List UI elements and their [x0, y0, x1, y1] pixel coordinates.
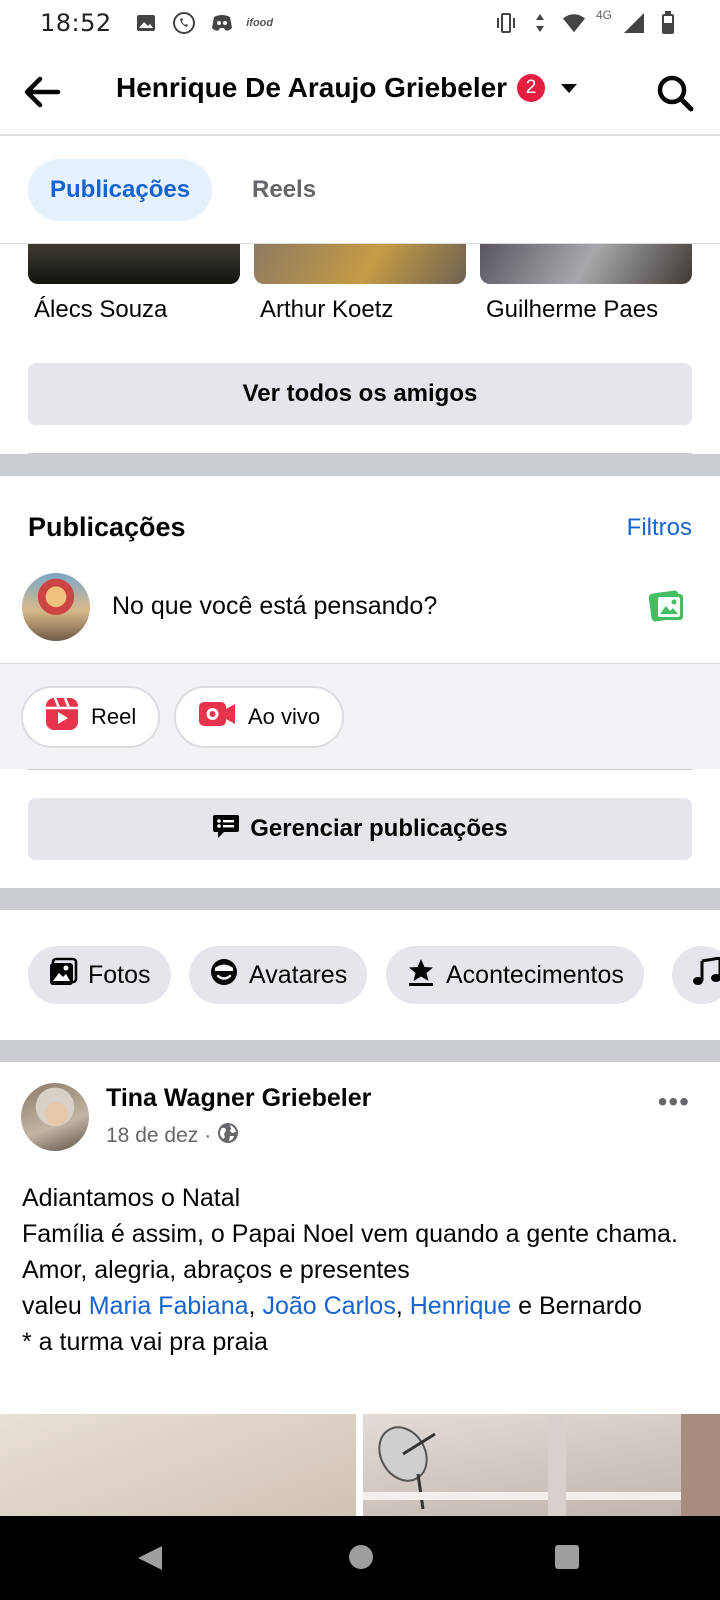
- mention-link[interactable]: Henrique: [410, 1292, 511, 1320]
- post-text: Adiantamos o Natal Família é assim, o Pa…: [22, 1180, 702, 1360]
- post-line: Família é assim, o Papai Noel vem quando…: [22, 1220, 678, 1248]
- network-type: 4G: [595, 8, 612, 22]
- whatsapp-icon: [172, 11, 196, 35]
- reel-button[interactable]: Reel: [21, 686, 161, 748]
- composer-actions: Reel Ao vivo: [0, 663, 720, 769]
- manage-posts-button[interactable]: Gerenciar publicações: [28, 798, 692, 860]
- divider: [28, 769, 692, 770]
- caret-down-icon: [561, 83, 578, 93]
- profile-tabs: Publicações Reels: [0, 136, 720, 244]
- signal-icon: [622, 11, 646, 35]
- section-separator: [0, 888, 720, 910]
- image-icon: [134, 11, 158, 35]
- reel-icon: [45, 697, 79, 737]
- post-photo[interactable]: [363, 1414, 720, 1516]
- post-meta: 18 de dez ·: [106, 1122, 239, 1150]
- filters-link[interactable]: Filtros: [627, 514, 692, 542]
- composer-input[interactable]: No que você está pensando?: [112, 592, 437, 621]
- battery-icon: [656, 11, 680, 35]
- mention-link[interactable]: João Carlos: [262, 1292, 395, 1320]
- mention-prefix: valeu: [22, 1292, 82, 1320]
- post-line: Adiantamos o Natal: [22, 1184, 241, 1212]
- view-all-friends-button[interactable]: Ver todos os amigos: [28, 363, 692, 425]
- nav-recents-icon[interactable]: [554, 1544, 580, 1575]
- more-options-icon[interactable]: •••: [658, 1086, 690, 1118]
- page-title: Henrique De Araujo Griebeler: [116, 72, 508, 103]
- reel-label: Reel: [91, 704, 137, 729]
- avatar[interactable]: [22, 573, 90, 641]
- manage-posts-label: Gerenciar publicações: [250, 815, 508, 842]
- wifi-icon: [562, 11, 586, 35]
- photos-chip[interactable]: Fotos: [28, 946, 171, 1004]
- avatars-label: Avatares: [249, 960, 348, 989]
- status-time: 18:52: [40, 9, 112, 37]
- friend-name[interactable]: Guilherme Paes: [486, 296, 658, 324]
- photo-icon[interactable]: [648, 588, 686, 624]
- posts-section-title: Publicações: [28, 512, 186, 542]
- music-icon: [692, 955, 720, 994]
- post-photo[interactable]: [0, 1414, 356, 1516]
- vibrate-icon: [494, 11, 518, 35]
- arrow-left-icon[interactable]: [22, 72, 62, 112]
- notification-badge: 2: [517, 74, 546, 102]
- avatar-icon: [209, 957, 239, 994]
- manage-posts-icon: [212, 812, 240, 847]
- post-mentions-line: valeu Maria Fabiana, João Carlos, Henriq…: [22, 1292, 642, 1320]
- app-bar: Henrique De Araujo Griebeler 2: [0, 46, 720, 136]
- ifood-icon: ifood: [246, 17, 274, 29]
- discord-icon: [210, 11, 234, 35]
- system-nav-bar: [0, 1516, 720, 1600]
- friend-photo[interactable]: [254, 244, 466, 284]
- life-events-label: Acontecimentos: [446, 960, 624, 989]
- live-video-button[interactable]: Ao vivo: [174, 686, 345, 748]
- status-bar: 18:52 ifood 4G: [0, 0, 720, 46]
- friend-name[interactable]: Arthur Koetz: [260, 296, 393, 324]
- life-events-chip[interactable]: Acontecimentos: [386, 946, 644, 1004]
- live-video-label: Ao vivo: [248, 704, 321, 729]
- search-icon[interactable]: [656, 74, 694, 112]
- data-arrows-icon: [528, 11, 552, 35]
- nav-home-icon[interactable]: [348, 1544, 374, 1575]
- status-right-icons: 4G: [494, 8, 680, 35]
- nav-back-icon[interactable]: [136, 1544, 164, 1577]
- photos-label: Fotos: [88, 960, 151, 989]
- photos-icon: [48, 957, 78, 994]
- mention-link[interactable]: Maria Fabiana: [89, 1292, 249, 1320]
- status-left-icons: ifood: [134, 11, 274, 35]
- post-author-avatar[interactable]: [21, 1083, 89, 1151]
- post-author-name[interactable]: Tina Wagner Griebeler: [106, 1084, 371, 1113]
- life-event-icon: [406, 957, 436, 994]
- globe-icon: [217, 1122, 239, 1150]
- view-all-friends-label: Ver todos os amigos: [242, 380, 478, 407]
- friend-name[interactable]: Álecs Souza: [34, 296, 167, 324]
- post-line: * a turma vai pra praia: [22, 1328, 268, 1356]
- meta-separator: ·: [204, 1124, 212, 1147]
- post-date[interactable]: 18 de dez: [106, 1124, 198, 1148]
- friend-photo[interactable]: [28, 244, 240, 284]
- post-line: Amor, alegria, abraços e presentes: [22, 1256, 410, 1284]
- friend-photo[interactable]: [480, 244, 692, 284]
- tab-reels[interactable]: Reels: [252, 159, 316, 221]
- section-separator: [0, 454, 720, 476]
- music-chip[interactable]: [672, 946, 720, 1004]
- section-separator: [0, 1040, 720, 1062]
- live-video-icon: [198, 699, 236, 735]
- profile-title-dropdown[interactable]: Henrique De Araujo Griebeler 2: [116, 72, 578, 104]
- mention-tail: e Bernardo: [518, 1292, 642, 1320]
- avatars-chip[interactable]: Avatares: [189, 946, 368, 1004]
- tab-publicacoes[interactable]: Publicações: [28, 159, 213, 221]
